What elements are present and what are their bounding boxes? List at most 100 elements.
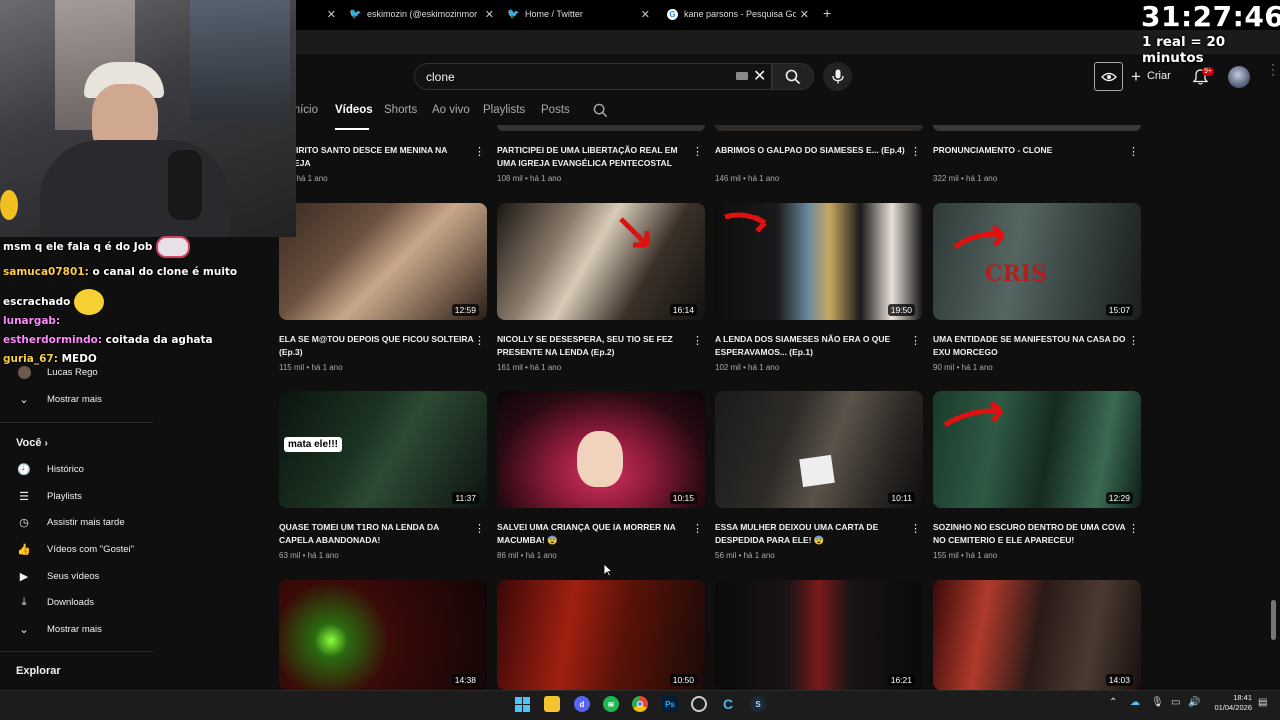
sidebar-show-more-subs[interactable]: ⌄ Mostrar mais: [16, 389, 102, 409]
video-title[interactable]: ESPIRITO SANTO DESCE EM MENINA NA IGREJA: [279, 144, 474, 170]
create-button[interactable]: + Criar: [1131, 66, 1171, 86]
browser-tab-2[interactable]: 🐦 Home / Twitter ✕: [507, 0, 650, 28]
video-thumbnail[interactable]: 10:11: [715, 391, 923, 508]
video-meta: 108 mil • há 1 ano: [497, 174, 562, 183]
video-menu-icon[interactable]: ⋮: [1128, 145, 1139, 158]
video-menu-icon[interactable]: ⋮: [474, 522, 485, 535]
video-thumbnail[interactable]: mata ele!!! 11:37: [279, 391, 487, 508]
photoshop-icon[interactable]: Ps: [662, 696, 678, 712]
sidebar-item-liked-videos[interactable]: 👍 Vídeos com "Gostei": [16, 539, 134, 559]
video-menu-icon[interactable]: ⋮: [474, 145, 485, 158]
keyboard-icon[interactable]: [736, 72, 748, 80]
sidebar-subscription-lucas-rego[interactable]: Lucas Rego: [16, 362, 98, 382]
taskbar-clock[interactable]: 18:41 01/04/2026: [1208, 693, 1252, 713]
video-title[interactable]: QUASE TOMEI UM T1RO NA LENDA DA CAPELA A…: [279, 521, 474, 547]
file-explorer-icon[interactable]: [544, 696, 560, 712]
sidebar-item-playlists[interactable]: ☰ Playlists: [16, 486, 82, 506]
obs-icon[interactable]: [691, 696, 707, 712]
close-icon[interactable]: ✕: [800, 8, 809, 21]
video-title[interactable]: SOZINHO NO ESCURO DENTRO DE UMA COVA NO …: [933, 521, 1128, 547]
video-thumbnail[interactable]: 14:03: [933, 580, 1141, 690]
voice-search-button[interactable]: [823, 62, 852, 91]
spotify-icon[interactable]: ≋: [603, 696, 619, 712]
video-duration: 10:15: [669, 492, 697, 504]
video-duration: 14:38: [451, 674, 479, 686]
video-meta: 63 mil • há 1 ano: [279, 551, 339, 560]
tray-app-icon[interactable]: ☁: [1130, 697, 1140, 708]
search-input[interactable]: clone: [414, 63, 772, 90]
video-title[interactable]: ABRIMOS O GALPAO DO SIAMESES E... (Ep.4): [715, 144, 910, 157]
channel-avatar: [16, 365, 32, 379]
sidebar-item-watch-later[interactable]: ◷ Assistir mais tarde: [16, 512, 124, 532]
video-menu-icon[interactable]: ⋮: [474, 334, 485, 347]
video-thumbnail[interactable]: 10:50: [497, 580, 705, 690]
sidebar-you-heading[interactable]: Você ›: [16, 437, 48, 449]
video-title[interactable]: ELA SE M@TOU DEPOIS QUE FICOU SOLTEIRA (…: [279, 333, 474, 359]
notification-center-icon[interactable]: ▤: [1258, 697, 1267, 708]
close-icon[interactable]: ✕: [641, 8, 650, 21]
video-title[interactable]: ESSA MULHER DEIXOU UMA CARTA DE DESPEDID…: [715, 521, 910, 547]
video-title[interactable]: PARTICIPEI DE UMA LIBERTAÇÃO REAL EM UMA…: [497, 144, 692, 170]
chrome-icon[interactable]: [632, 696, 648, 712]
sidebar-item-history[interactable]: 🕘 Histórico: [16, 459, 84, 479]
video-duration: 14:03: [1105, 674, 1133, 686]
video-title[interactable]: SALVEI UMA CRIANÇA QUE IA MORRER NA MACU…: [497, 521, 692, 547]
chat-message: escrachado: [3, 289, 105, 315]
sidebar-item-show-more[interactable]: ⌄ Mostrar mais: [16, 619, 102, 639]
video-menu-icon[interactable]: ⋮: [910, 522, 921, 535]
tab-posts[interactable]: Posts: [541, 104, 570, 116]
video-thumbnail[interactable]: 16:14: [497, 203, 705, 320]
tab-videos[interactable]: Vídeos: [335, 104, 373, 116]
video-menu-icon[interactable]: ⋮: [692, 334, 703, 347]
browser-tab-1[interactable]: 🐦 eskimozin (@eskimozinmorreu ✕: [349, 0, 494, 28]
clear-search-icon[interactable]: ✕: [753, 66, 766, 86]
discord-icon[interactable]: d: [574, 696, 590, 712]
video-thumbnail[interactable]: [715, 125, 923, 131]
video-menu-icon[interactable]: ⋮: [692, 522, 703, 535]
video-thumbnail[interactable]: 16:21: [715, 580, 923, 690]
browser-tab-3[interactable]: G kane parsons - Pesquisa Google ✕: [667, 0, 809, 28]
video-title[interactable]: NICOLLY SE DESESPERA, SEU TIO SE FEZ PRE…: [497, 333, 692, 359]
video-thumbnail[interactable]: 14:38: [279, 580, 487, 690]
video-menu-icon[interactable]: ⋮: [1128, 334, 1139, 347]
video-title[interactable]: UMA ENTIDADE SE MANIFESTOU NA CASA DO EX…: [933, 333, 1128, 359]
video-title[interactable]: PRONUNCIAMENTO - CLONE: [933, 144, 1128, 157]
video-thumbnail[interactable]: 12:29: [933, 391, 1141, 508]
close-icon[interactable]: ✕: [485, 8, 494, 21]
tab-ao-vivo[interactable]: Ao vivo: [432, 104, 470, 116]
account-avatar[interactable]: [1228, 66, 1250, 88]
video-menu-icon[interactable]: ⋮: [1128, 522, 1139, 535]
video-thumbnail[interactable]: [497, 125, 705, 131]
search-button[interactable]: [772, 63, 814, 90]
tray-volume-icon[interactable]: 🔊: [1188, 697, 1200, 708]
tab-playlists[interactable]: Playlists: [483, 104, 525, 116]
video-duration: 12:59: [451, 304, 479, 316]
video-menu-icon[interactable]: ⋮: [692, 145, 703, 158]
video-thumbnail[interactable]: 12:59: [279, 203, 487, 320]
sidebar-item-your-videos[interactable]: ▶ Seus vídeos: [16, 566, 100, 586]
active-tab-underline: [335, 128, 369, 130]
video-menu-icon[interactable]: ⋮: [910, 145, 921, 158]
windows-start-icon[interactable]: [514, 696, 530, 712]
ccleaner-icon[interactable]: C: [720, 696, 736, 712]
tray-overflow-icon[interactable]: ⌃: [1109, 697, 1117, 708]
video-thumbnail[interactable]: [933, 125, 1141, 131]
tray-microphone-icon[interactable]: 🎙: [1151, 697, 1164, 708]
page-scrollbar[interactable]: [1271, 600, 1276, 640]
video-menu-icon[interactable]: ⋮: [910, 334, 921, 347]
new-tab-button[interactable]: +: [823, 5, 831, 21]
steam-icon[interactable]: S: [750, 696, 766, 712]
channel-search-icon[interactable]: [593, 103, 608, 118]
tray-network-icon[interactable]: ▭: [1171, 697, 1180, 708]
extension-eye-button[interactable]: [1094, 62, 1123, 91]
tab-shorts[interactable]: Shorts: [384, 104, 417, 116]
video-duration: 11:37: [452, 492, 479, 504]
video-thumbnail[interactable]: 19:50: [715, 203, 923, 320]
tab-close-button[interactable]: ✕: [327, 0, 336, 28]
tab-inicio[interactable]: Início: [296, 104, 318, 116]
video-thumbnail[interactable]: 10:15: [497, 391, 705, 508]
sidebar-item-downloads[interactable]: ⤓ Downloads: [16, 592, 94, 612]
video-title[interactable]: A LENDA DOS SIAMESES NÃO ERA O QUE ESPER…: [715, 333, 910, 359]
video-thumbnail[interactable]: CRIS 15:07: [933, 203, 1141, 320]
close-icon[interactable]: ✕: [327, 8, 336, 21]
